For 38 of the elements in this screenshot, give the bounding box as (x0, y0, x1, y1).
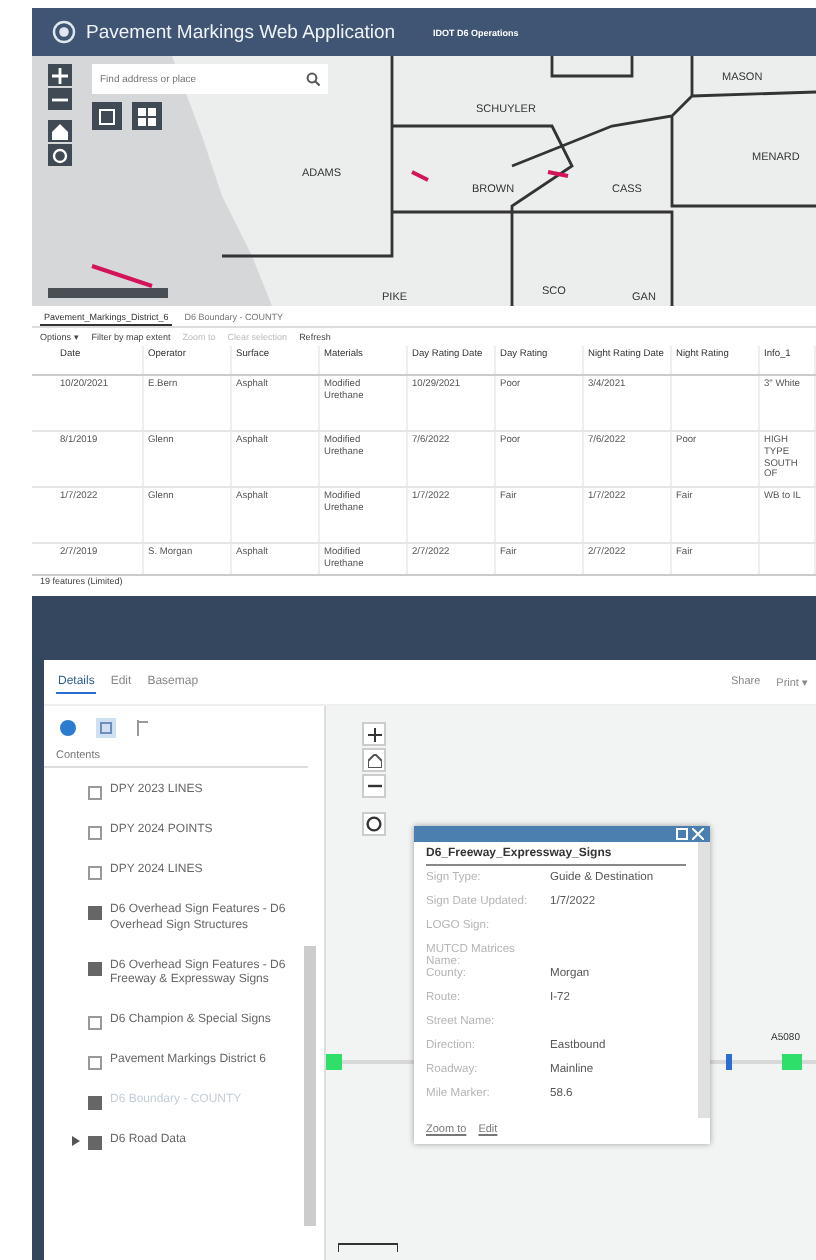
scrollbar[interactable] (304, 946, 316, 1226)
home-icon (52, 123, 68, 139)
circle-icon (52, 147, 68, 163)
square-icon (98, 107, 116, 125)
scale-bar-icon (338, 1242, 398, 1252)
zoom-out-button[interactable] (48, 88, 72, 110)
close-icon[interactable] (692, 828, 704, 840)
expand-arrow-icon[interactable] (72, 1136, 80, 1147)
search-icon[interactable] (306, 72, 320, 86)
circle-icon (366, 816, 382, 832)
zoom-out-button[interactable] (362, 774, 386, 798)
minus-icon (367, 784, 381, 788)
locate-button[interactable] (48, 144, 72, 166)
layer-checkbox[interactable] (88, 1016, 102, 1031)
app-title: Pavement Markings Web Application (86, 21, 396, 43)
home-button[interactable] (362, 748, 386, 772)
layer-checkbox[interactable] (88, 866, 102, 880)
zoom-in-button[interactable] (362, 722, 386, 746)
maximize-icon[interactable] (676, 828, 688, 840)
coordinates-bar (48, 288, 168, 298)
layer-checkbox[interactable] (88, 786, 102, 800)
plus-icon (52, 67, 68, 83)
layer-list-button[interactable] (92, 102, 122, 130)
layer-checkbox[interactable] (88, 826, 102, 840)
minus-icon (52, 97, 68, 101)
layer-checkbox[interactable] (88, 961, 102, 976)
zoom-in-button[interactable] (48, 64, 72, 86)
grid-icon (138, 107, 156, 125)
layer-checkbox[interactable] (88, 1136, 102, 1151)
layer-checkbox[interactable] (88, 906, 102, 920)
home-icon (367, 753, 381, 767)
home-button[interactable] (48, 120, 72, 142)
locate-button[interactable] (362, 812, 386, 836)
info-icon[interactable] (60, 720, 76, 736)
layer-checkbox[interactable] (88, 1056, 102, 1071)
plus-icon (367, 727, 381, 741)
grid-button[interactable] (132, 102, 162, 130)
seal-icon (52, 20, 76, 44)
